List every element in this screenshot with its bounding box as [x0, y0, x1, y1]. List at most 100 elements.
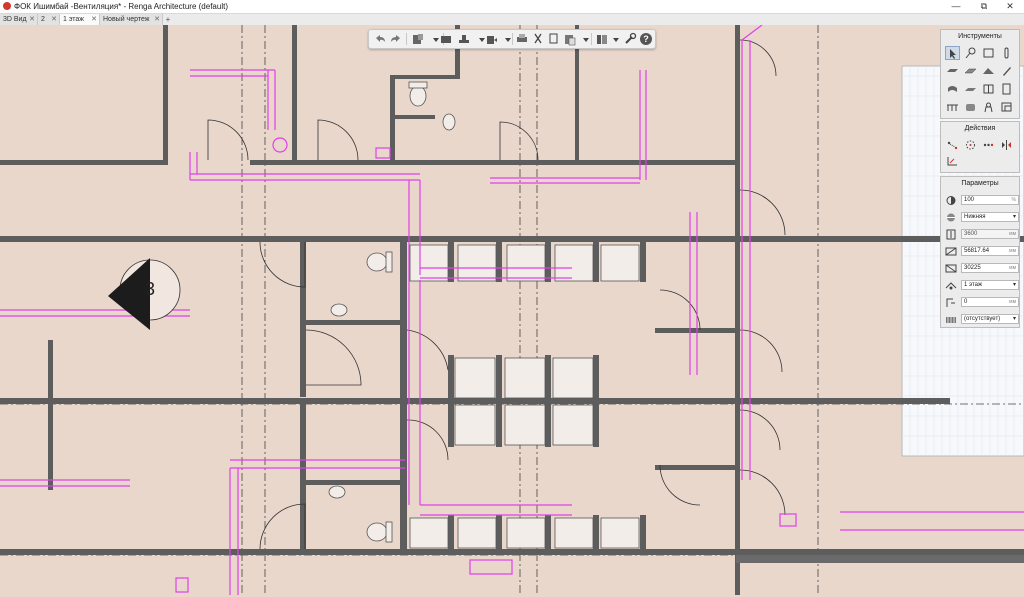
- tab-floor-1[interactable]: 1 этаж ✕: [60, 14, 100, 25]
- plan-icon[interactable]: [439, 32, 453, 46]
- title-bar: ФОК Ишимбай -Вентиляция* - Renga Archite…: [0, 0, 1024, 14]
- unit-label: мм: [1009, 265, 1016, 271]
- material-icon: [945, 314, 957, 325]
- ramp-icon[interactable]: [945, 82, 960, 96]
- length-field[interactable]: 56817.64 мм: [961, 246, 1019, 256]
- floor-plan-drawing: 3: [0, 24, 1024, 595]
- move-icon[interactable]: [945, 138, 960, 152]
- tools-panel-title: Инструменты: [958, 33, 1002, 40]
- close-window-button[interactable]: ✕: [996, 0, 1024, 13]
- undo-icon[interactable]: [373, 32, 387, 46]
- section-mark-number: 3: [145, 279, 155, 299]
- redo-icon[interactable]: [389, 32, 403, 46]
- trim-icon[interactable]: [945, 154, 960, 168]
- stair-icon[interactable]: [963, 82, 978, 96]
- height-value: 3600: [964, 231, 978, 237]
- view-cube-icon[interactable]: [411, 32, 425, 46]
- wall-icon[interactable]: [981, 46, 996, 60]
- mirror-icon[interactable]: [999, 138, 1014, 152]
- tab-label: 3D Вид: [3, 16, 27, 23]
- paste-icon[interactable]: [563, 32, 577, 46]
- opacity-value: 100: [964, 197, 975, 203]
- elevation-mode-value: Нижняя: [964, 214, 986, 220]
- tab-2[interactable]: 2 ✕: [38, 14, 60, 25]
- help-icon[interactable]: ?: [639, 32, 653, 46]
- storey-icon[interactable]: [609, 32, 623, 46]
- chevron-down-icon: ▾: [1012, 282, 1016, 288]
- roof-icon[interactable]: [981, 64, 996, 78]
- copy-icon[interactable]: [547, 32, 561, 46]
- elbow-icon[interactable]: [999, 100, 1014, 114]
- restore-button[interactable]: ⧉: [970, 0, 998, 13]
- unit-label: мм: [1009, 248, 1016, 254]
- rotate-icon[interactable]: [963, 138, 978, 152]
- tab-close-icon[interactable]: ✕: [51, 14, 57, 25]
- wrench-icon[interactable]: [623, 32, 637, 46]
- railing-icon[interactable]: [945, 100, 960, 114]
- tab-close-icon[interactable]: ✕: [91, 14, 97, 25]
- material-select[interactable]: (отсутствует) ▾: [961, 314, 1019, 324]
- section-icon[interactable]: [485, 32, 499, 46]
- length-value: 56817.64: [964, 248, 990, 254]
- actions-panel: Действия: [940, 121, 1020, 173]
- param-row-material: (отсутствует) ▾: [945, 314, 1019, 325]
- tab-close-icon[interactable]: ✕: [29, 14, 35, 25]
- app-logo-icon: [3, 2, 11, 10]
- toolbar-separator: [406, 33, 407, 45]
- width-field[interactable]: 30225 мм: [961, 263, 1019, 273]
- opacity-field[interactable]: 100%: [961, 195, 1019, 205]
- array-icon[interactable]: [981, 138, 996, 152]
- offset-value: 0: [964, 299, 968, 305]
- axis-icon[interactable]: [963, 46, 978, 60]
- opacity-icon: [945, 195, 957, 206]
- height-field: 3600 мм: [961, 229, 1019, 239]
- help-glyph: ?: [643, 34, 649, 44]
- window-icon[interactable]: [981, 82, 996, 96]
- cut-icon[interactable]: [531, 32, 545, 46]
- param-row-length: 56817.64 мм: [945, 246, 1019, 257]
- slab-icon[interactable]: [963, 64, 978, 78]
- unit-label: %: [1011, 197, 1016, 203]
- toolbar-separator: [512, 33, 513, 45]
- elevation-mode-icon: [945, 212, 957, 223]
- object-icon[interactable]: [963, 100, 978, 114]
- select-arrow-icon[interactable]: [945, 46, 960, 60]
- height-icon: [945, 229, 957, 240]
- level-select[interactable]: 1 этаж ▾: [961, 280, 1019, 290]
- print-icon[interactable]: [515, 32, 529, 46]
- tab-label: Новый чертеж: [103, 16, 150, 23]
- equipment-icon[interactable]: [981, 100, 996, 114]
- toolbar-separator: [591, 33, 592, 45]
- chevron-down-icon: ▾: [1012, 316, 1016, 322]
- door-icon[interactable]: [999, 82, 1014, 96]
- tab-new-drawing[interactable]: Новый чертеж ✕: [100, 14, 163, 25]
- elevation-mode-select[interactable]: Нижняя ▾: [961, 212, 1019, 222]
- width-value: 30225: [964, 265, 981, 271]
- pencil-icon[interactable]: [999, 64, 1014, 78]
- param-row-elevation-mode: Нижняя ▾: [945, 212, 1019, 223]
- length-icon: [945, 246, 957, 257]
- plan-view-canvas[interactable]: 3: [0, 24, 1024, 595]
- param-row-level: 1 этаж ▾: [945, 280, 1019, 291]
- tab-close-icon[interactable]: ✕: [154, 14, 160, 25]
- section-icon[interactable]: [457, 32, 471, 46]
- tab-3d-view[interactable]: 3D Вид ✕: [0, 14, 38, 25]
- tab-label: 2: [41, 16, 45, 23]
- offset-field[interactable]: 0 мм: [961, 297, 1019, 307]
- tools-panel: Инструменты: [940, 29, 1020, 119]
- actions-panel-title: Действия: [964, 125, 996, 132]
- level-icon: [945, 280, 957, 291]
- quick-access-toolbar: ?: [368, 29, 656, 49]
- offset-icon: [945, 297, 957, 308]
- unit-label: мм: [1009, 231, 1016, 237]
- param-row-offset: 0 мм: [945, 297, 1019, 308]
- add-tab-button[interactable]: +: [163, 14, 173, 25]
- parameters-panel-title: Параметры: [961, 180, 999, 187]
- beam-icon[interactable]: [945, 64, 960, 78]
- material-value: (отсутствует): [964, 316, 1001, 322]
- param-row-width: 30225 мм: [945, 263, 1019, 274]
- layers-icon[interactable]: [595, 32, 609, 46]
- minimize-button[interactable]: —: [942, 0, 970, 13]
- column-icon[interactable]: [999, 46, 1014, 60]
- param-row-opacity: 100%: [945, 195, 1019, 206]
